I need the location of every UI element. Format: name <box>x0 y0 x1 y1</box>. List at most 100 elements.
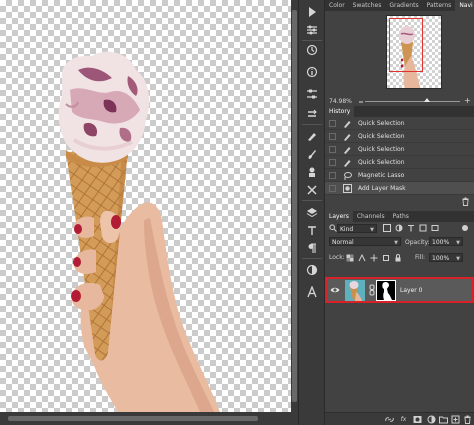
lock-image-icon[interactable] <box>358 253 366 262</box>
layer-name[interactable]: Layer 0 <box>400 287 422 294</box>
layer-thumbnail[interactable] <box>345 280 365 301</box>
shape-filter-icon[interactable] <box>419 224 427 232</box>
brushes-icon[interactable] <box>303 146 321 162</box>
panels-dock: Color Swatches Gradients Patterns Navi 7… <box>325 0 474 425</box>
link-icon[interactable] <box>369 284 375 296</box>
layer-mask-thumbnail[interactable] <box>376 280 396 301</box>
filter-kind-select[interactable]: Kind ▼ <box>337 224 377 233</box>
search-icon <box>329 224 337 232</box>
chevron-down-icon: ▼ <box>456 256 460 262</box>
vertical-scroll-thumb[interactable] <box>292 10 297 402</box>
info-icon[interactable] <box>303 64 321 80</box>
adjustments-panel-icon[interactable] <box>303 262 321 278</box>
document-canvas[interactable] <box>0 0 291 425</box>
brush-icon <box>343 145 352 154</box>
lock-all-icon[interactable] <box>394 254 402 262</box>
new-group-icon[interactable] <box>439 415 448 424</box>
navigator-preview[interactable] <box>386 15 442 89</box>
chevron-down-icon: ▼ <box>456 240 460 246</box>
opacity-label: Opacity: <box>405 239 430 246</box>
history-snapshot-checkbox[interactable] <box>329 185 336 192</box>
history-item-active[interactable]: Add Layer Mask <box>325 182 474 195</box>
layers-controls: Kind ▼ Normal ▼ Opacity: 100% ▼ Lock: Fill:… <box>325 222 474 276</box>
adjustments-icon[interactable] <box>303 22 321 38</box>
fill-label: Fill: <box>415 254 426 261</box>
tab-navigator[interactable]: Navi <box>455 0 474 11</box>
image-filter-icon[interactable] <box>383 224 391 232</box>
tool-presets-icon[interactable] <box>303 182 321 198</box>
zoom-out-icon[interactable] <box>359 99 363 103</box>
history-item[interactable]: Quick Selection <box>325 117 474 130</box>
adjustment-filter-icon[interactable] <box>395 224 403 232</box>
history-item-label: Quick Selection <box>358 120 405 127</box>
navigator-zoom-row: 74.98% + <box>325 96 474 106</box>
properties-icon[interactable] <box>303 86 321 102</box>
history-item-label: Quick Selection <box>358 159 405 166</box>
lasso-icon <box>343 171 352 180</box>
zoom-slider-knob[interactable] <box>424 98 430 102</box>
trash-icon[interactable] <box>461 197 470 206</box>
layer-style-icon[interactable]: fx <box>399 415 408 424</box>
lock-label: Lock: <box>329 254 345 261</box>
history-snapshot-checkbox[interactable] <box>329 133 336 140</box>
horizontal-scrollbar[interactable] <box>0 412 298 425</box>
history-icon[interactable] <box>303 42 321 58</box>
new-layer-icon[interactable] <box>451 415 460 424</box>
brush-icon <box>343 132 352 141</box>
navigator-zoom-slider[interactable] <box>365 98 460 102</box>
tab-history[interactable]: History <box>325 106 355 117</box>
type-filter-icon[interactable] <box>407 224 415 232</box>
layer-comps-icon[interactable] <box>303 106 321 122</box>
tab-patterns[interactable]: Patterns <box>423 0 456 11</box>
zoom-in-icon[interactable]: + <box>464 96 471 105</box>
brush-settings-icon[interactable] <box>303 128 321 144</box>
history-snapshot-checkbox[interactable] <box>329 172 336 179</box>
clone-source-icon[interactable] <box>303 164 321 180</box>
opacity-field[interactable]: 100% ▼ <box>429 237 463 246</box>
link-layers-icon[interactable] <box>385 415 394 424</box>
history-snapshot-checkbox[interactable] <box>329 120 336 127</box>
history-snapshot-checkbox[interactable] <box>329 146 336 153</box>
tab-layers[interactable]: Layers <box>325 211 353 222</box>
ice-cream-image <box>58 51 220 412</box>
paragraph-icon[interactable] <box>303 240 321 256</box>
horizontal-scroll-thumb[interactable] <box>8 416 258 421</box>
layer-row-layer-0[interactable]: Layer 0 <box>325 277 474 303</box>
layers-panel-icon[interactable] <box>303 204 321 220</box>
fill-value: 100% <box>432 255 450 262</box>
blend-mode-select[interactable]: Normal ▼ <box>329 237 401 246</box>
navigator-view-box[interactable] <box>389 18 423 72</box>
play-icon[interactable] <box>303 4 321 20</box>
lock-row: Lock: Fill: 100% ▼ <box>325 250 474 263</box>
tab-gradients[interactable]: Gradients <box>385 0 422 11</box>
history-snapshot-checkbox[interactable] <box>329 159 336 166</box>
history-item-label: Quick Selection <box>358 146 405 153</box>
character-icon[interactable] <box>303 222 321 238</box>
eye-icon[interactable] <box>330 285 340 295</box>
vertical-scrollbar[interactable] <box>291 0 298 412</box>
tab-swatches[interactable]: Swatches <box>349 0 386 11</box>
lock-position-icon[interactable] <box>370 254 378 262</box>
history-panel-tabs: History <box>325 106 474 117</box>
lock-artboard-icon[interactable] <box>382 254 390 262</box>
history-item[interactable]: Quick Selection <box>325 130 474 143</box>
tab-channels[interactable]: Channels <box>353 211 389 222</box>
blend-mode-value: Normal <box>332 239 354 246</box>
fill-field[interactable]: 100% ▼ <box>429 253 463 262</box>
history-item[interactable]: Magnetic Lasso <box>325 169 474 182</box>
history-item[interactable]: Quick Selection <box>325 156 474 169</box>
new-adjustment-layer-icon[interactable] <box>427 415 436 424</box>
lock-transparent-icon[interactable] <box>346 254 354 262</box>
glyphs-icon[interactable] <box>303 284 321 300</box>
chevron-down-icon: ▼ <box>370 227 374 233</box>
layer-thumbnail-image <box>349 281 362 301</box>
history-item[interactable]: Quick Selection <box>325 143 474 156</box>
tab-color[interactable]: Color <box>325 0 349 11</box>
delete-layer-icon[interactable] <box>463 415 472 424</box>
smart-object-filter-icon[interactable] <box>431 224 439 232</box>
filter-toggle-icon[interactable] <box>461 224 469 232</box>
filter-kind-value: Kind <box>340 226 354 233</box>
add-mask-icon[interactable] <box>413 415 422 424</box>
tab-paths[interactable]: Paths <box>389 211 413 222</box>
navigator-zoom-value[interactable]: 74.98% <box>329 98 352 105</box>
